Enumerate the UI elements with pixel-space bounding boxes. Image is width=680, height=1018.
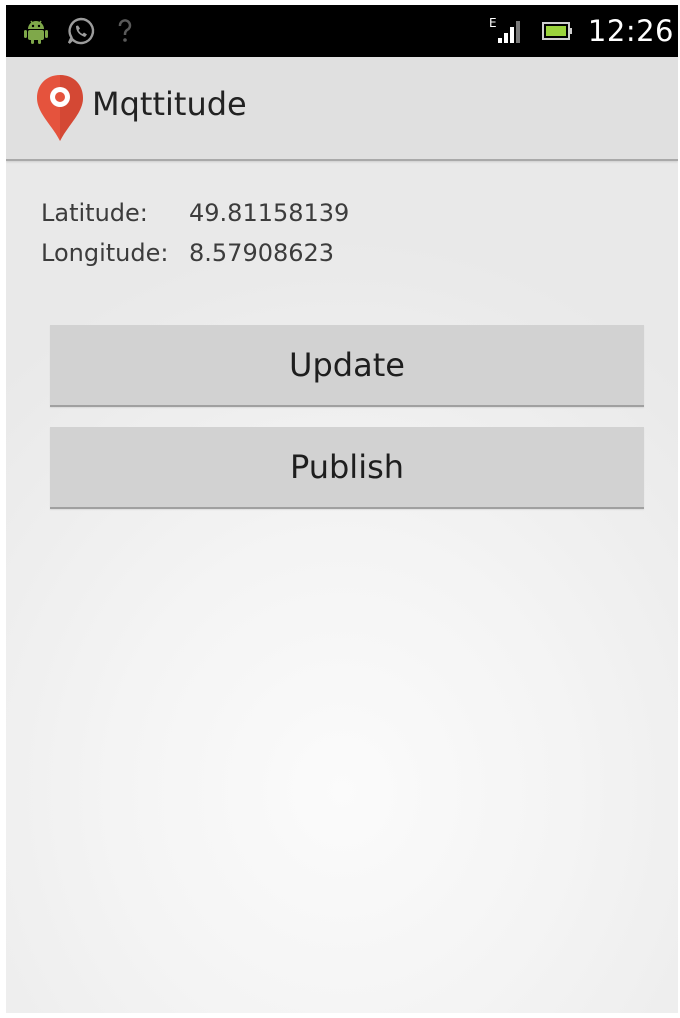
- signal-icon: E: [489, 16, 520, 43]
- status-time: 12:26: [587, 14, 674, 48]
- publish-button[interactable]: Publish: [50, 427, 644, 509]
- longitude-value: 8.57908623: [189, 239, 335, 267]
- notification-icons: [24, 15, 136, 47]
- latitude-value: 49.81158139: [189, 199, 350, 227]
- android-debug-icon: [24, 20, 48, 44]
- update-button[interactable]: Update: [50, 325, 644, 407]
- latitude-row: Latitude: 49.81158139: [41, 199, 349, 227]
- longitude-label: Longitude:: [41, 239, 169, 267]
- whatsapp-icon: [67, 17, 95, 45]
- wifi-question-icon: [118, 19, 132, 42]
- app-title: Mqttitude: [92, 85, 247, 123]
- network-type-label: E: [489, 16, 497, 30]
- action-bar: Mqttitude: [6, 57, 678, 161]
- app-screen: E 12:26 Mqttitude Latitude: 49.81158139 …: [6, 5, 678, 1013]
- latitude-label: Latitude:: [41, 199, 148, 227]
- map-pin-icon[interactable]: [34, 73, 86, 143]
- battery-icon: [541, 22, 572, 40]
- status-bar: E 12:26: [6, 5, 678, 57]
- longitude-row: Longitude: 8.57908623: [41, 239, 334, 267]
- system-indicators: E 12:26: [486, 11, 674, 51]
